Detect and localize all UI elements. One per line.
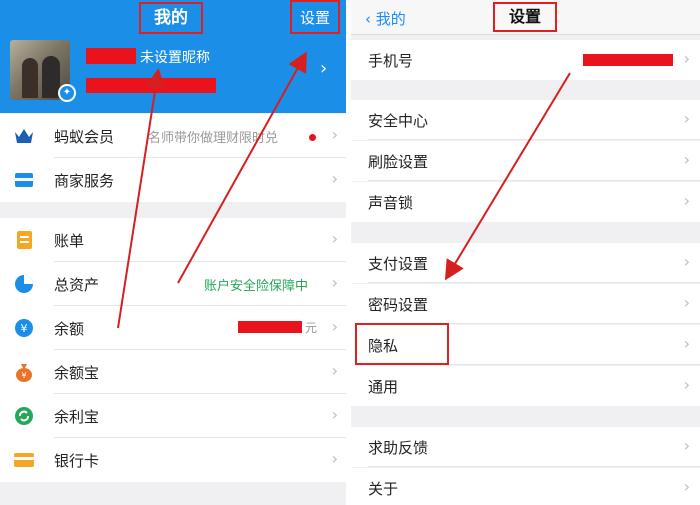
redacted-balance (238, 321, 302, 333)
profile-header: 我的 设置 ✦ 未设置昵称 › (0, 0, 346, 113)
chevron-right-icon: › (683, 477, 690, 496)
chevron-right-icon: › (331, 229, 338, 248)
menu-item-label: 余额 (54, 320, 85, 338)
settings-item-voice-lock[interactable]: 声音锁 › (351, 182, 700, 222)
settings-item-label: 安全中心 (368, 112, 429, 130)
chevron-right-icon: › (683, 375, 690, 394)
settings-panel: ‹ 我的 设置 手机号 › 安全中心 › 刷脸设置 › 声音锁 › 支付设置 ›… (351, 0, 700, 505)
crown-icon (15, 129, 33, 143)
menu-item-label: 余额宝 (54, 364, 100, 382)
chevron-right-icon: › (683, 49, 690, 68)
bank-card-icon (14, 453, 34, 467)
settings-item-about[interactable]: 关于 › (351, 468, 700, 505)
settings-item-help[interactable]: 求助反馈 › (351, 427, 700, 467)
menu-item-yulibao[interactable]: 余利宝 › (0, 394, 346, 438)
menu-item-label: 账单 (54, 232, 85, 250)
menu-item-merchant[interactable]: 商家服务 › (0, 158, 346, 202)
settings-item-general[interactable]: 通用 › (351, 366, 700, 406)
chevron-right-icon: › (331, 317, 338, 336)
settings-item-payment[interactable]: 支付设置 › (351, 243, 700, 283)
settings-nav-bar: ‹ 我的 设置 (351, 0, 700, 35)
chevron-right-icon: › (683, 109, 690, 128)
menu-item-label: 蚂蚁会员 (54, 128, 115, 146)
menu-item-label: 余利宝 (54, 408, 100, 426)
chevron-right-icon: › (683, 191, 690, 210)
menu-item-label: 银行卡 (54, 452, 100, 470)
menu-item-bank-card[interactable]: 银行卡 › (0, 438, 346, 482)
refresh-icon (15, 407, 33, 425)
svg-text:¥: ¥ (21, 322, 28, 335)
svg-text:¥: ¥ (21, 371, 26, 380)
chevron-right-icon: › (683, 293, 690, 312)
menu-item-label: 商家服务 (54, 172, 115, 190)
chevron-left-icon: ‹ (365, 10, 371, 28)
settings-item-label: 通用 (368, 378, 399, 396)
settings-item-label: 求助反馈 (368, 439, 429, 457)
chevron-right-icon[interactable]: › (320, 58, 327, 79)
settings-item-label: 手机号 (368, 52, 414, 70)
page-title: 我的 (139, 2, 203, 34)
chevron-right-icon: › (331, 361, 338, 380)
money-bag-icon: ¥ (16, 364, 32, 382)
back-button[interactable]: ‹ 我的 (365, 8, 406, 29)
chevron-right-icon: › (683, 252, 690, 271)
chevron-right-icon: › (683, 334, 690, 353)
pie-chart-icon (15, 275, 33, 293)
redacted-account (86, 78, 216, 93)
redacted-phone (583, 54, 673, 66)
currency-unit: 元 (305, 321, 318, 335)
member-promo-text: 名师带你做理财限时兑 (148, 131, 279, 146)
red-dot-badge (309, 134, 316, 141)
store-icon (15, 173, 33, 187)
insurance-status-text: 账户安全险保障中 (204, 279, 309, 294)
menu-item-label: 总资产 (54, 276, 100, 294)
verified-badge-icon: ✦ (58, 84, 76, 102)
redacted-name (86, 48, 136, 64)
settings-item-password[interactable]: 密码设置 › (351, 284, 700, 324)
settings-item-label: 关于 (368, 480, 399, 498)
bill-icon (17, 231, 32, 249)
settings-item-label: 刷脸设置 (368, 153, 429, 171)
page-title: 设置 (493, 2, 557, 32)
my-page-panel: 我的 设置 ✦ 未设置昵称 › 蚂蚁会员 名师带你做理财限时兑 › 商家服务 ›… (0, 0, 346, 505)
menu-item-yuebao[interactable]: ¥ 余额宝 › (0, 350, 346, 394)
chevron-right-icon: › (331, 449, 338, 468)
menu-item-balance[interactable]: ¥ 余额 元 › (0, 306, 346, 350)
settings-item-security[interactable]: 安全中心 › (351, 100, 700, 140)
settings-button[interactable]: 设置 (290, 0, 340, 34)
nickname-text: 未设置昵称 (140, 50, 210, 66)
chevron-right-icon: › (331, 405, 338, 424)
menu-item-member[interactable]: 蚂蚁会员 名师带你做理财限时兑 › (0, 114, 346, 158)
settings-item-face[interactable]: 刷脸设置 › (351, 141, 700, 181)
yen-icon: ¥ (15, 319, 33, 337)
chevron-right-icon: › (683, 436, 690, 455)
menu-item-assets[interactable]: 总资产 账户安全险保障中 › (0, 262, 346, 306)
privacy-highlight-box (355, 323, 449, 365)
chevron-right-icon: › (331, 273, 338, 292)
menu-item-bill[interactable]: 账单 › (0, 218, 346, 262)
settings-item-label: 支付设置 (368, 255, 429, 273)
settings-item-label: 密码设置 (368, 296, 429, 314)
chevron-right-icon: › (331, 169, 338, 188)
chevron-right-icon: › (331, 125, 338, 144)
chevron-right-icon: › (683, 150, 690, 169)
settings-item-label: 声音锁 (368, 194, 414, 212)
